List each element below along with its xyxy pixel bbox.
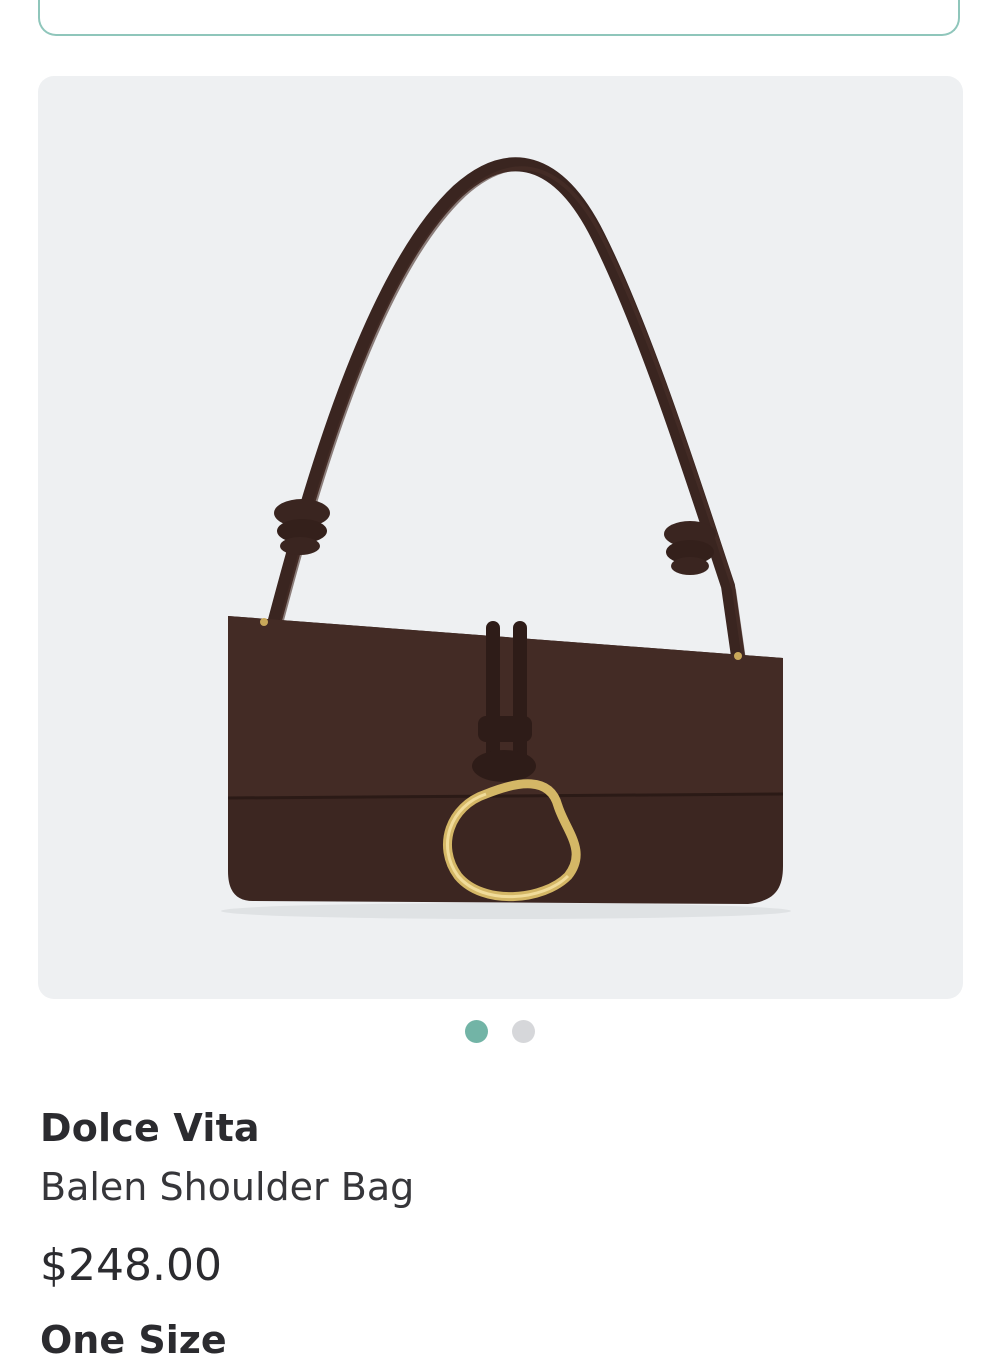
product-brand[interactable]: Dolce Vita — [40, 1106, 260, 1150]
product-image-gallery[interactable] — [38, 76, 963, 999]
product-price: $248.00 — [40, 1240, 222, 1291]
pagination-dot-2[interactable] — [512, 1020, 535, 1043]
product-image[interactable] — [38, 76, 963, 999]
product-name: Balen Shoulder Bag — [40, 1165, 415, 1209]
product-size: One Size — [40, 1318, 227, 1362]
gallery-pagination — [0, 1020, 1000, 1044]
top-card — [38, 0, 960, 36]
pagination-dot-1[interactable] — [465, 1020, 488, 1043]
